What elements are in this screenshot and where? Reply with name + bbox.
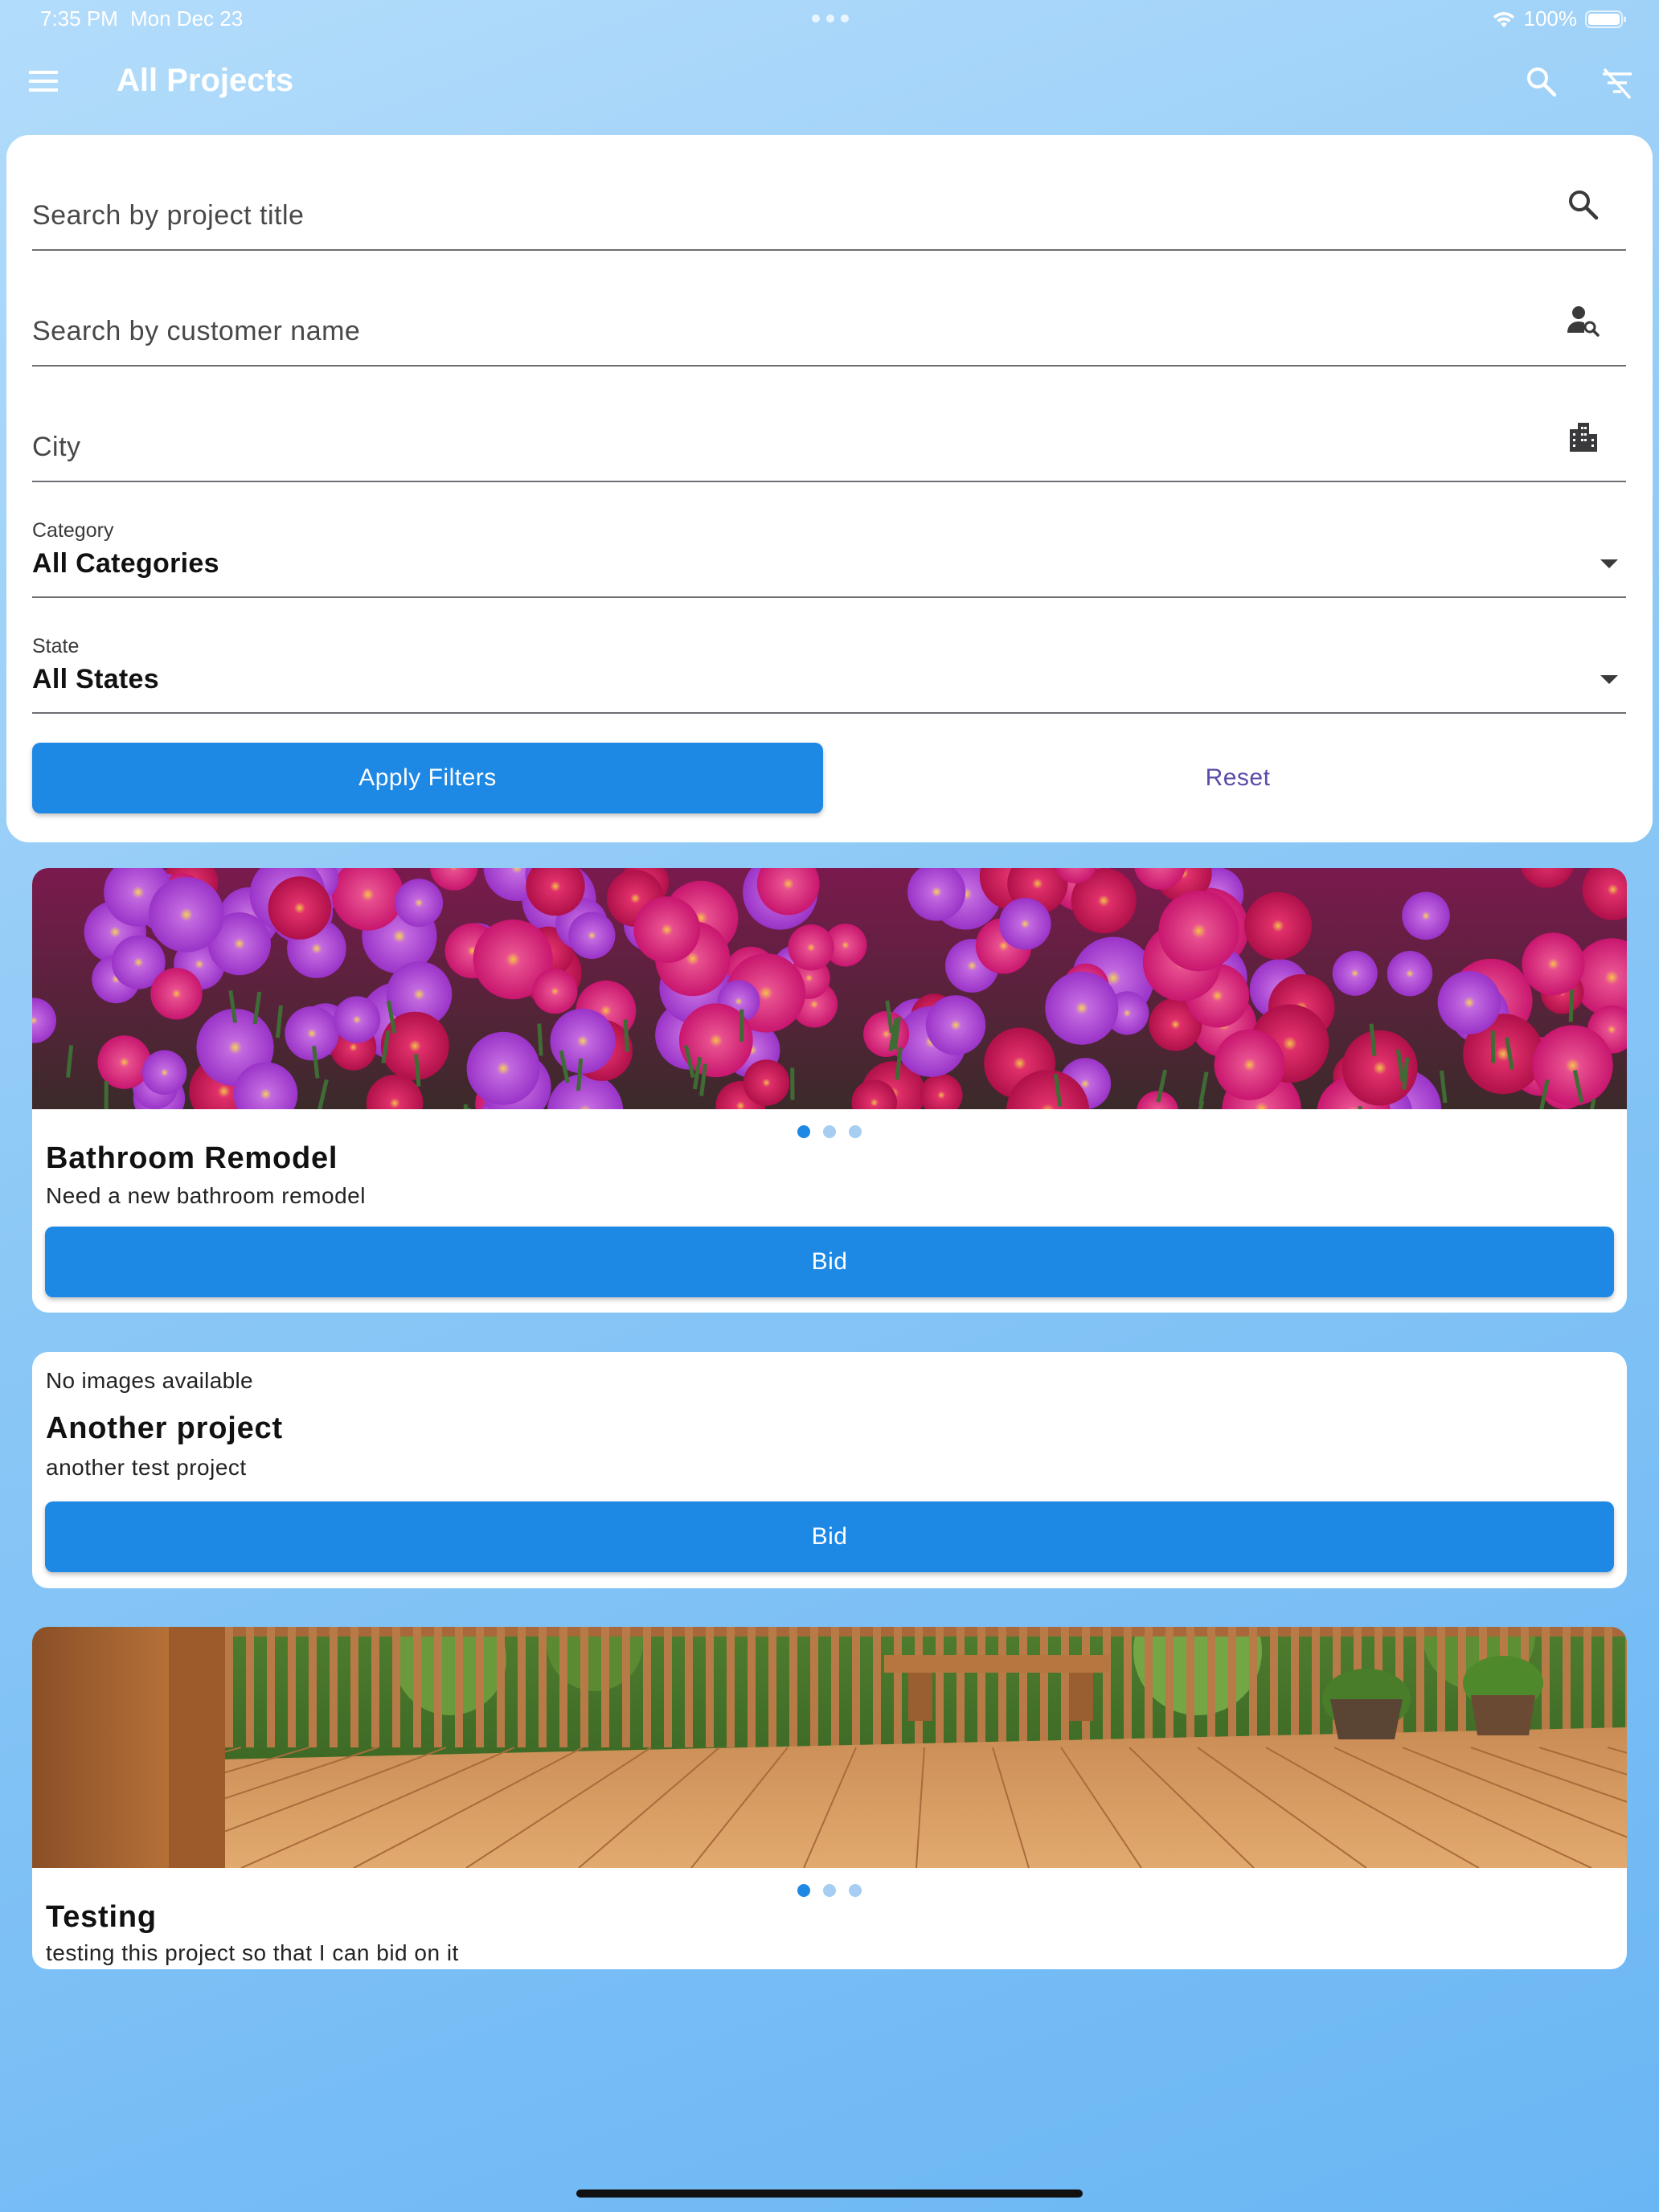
multitasking-dots-icon[interactable] [812,14,849,23]
project-title-input[interactable] [32,200,1519,231]
state-value: All States [32,664,159,694]
status-date: Mon Dec 23 [130,6,244,31]
no-images-note: No images available [46,1368,253,1393]
carousel-dot-active[interactable] [797,1125,810,1138]
carousel-dot[interactable] [823,1884,836,1897]
carousel-dot-active[interactable] [797,1884,810,1897]
bid-button[interactable]: Bid [45,1501,1614,1572]
status-time: 7:35 PM [40,6,118,31]
dropdown-arrow-icon [1600,559,1618,568]
state-dropdown[interactable]: State All States [32,635,1626,714]
project-card: Bathroom Remodel Need a new bathroom rem… [32,868,1627,1313]
home-indicator[interactable] [576,2189,1083,2198]
search-icon [1569,190,1599,220]
project-title: Bathroom Remodel [46,1141,338,1175]
category-value: All Categories [32,548,219,579]
category-label: Category [32,519,114,542]
search-icon[interactable] [1526,66,1558,98]
project-card: No images available Another project anot… [32,1352,1627,1588]
carousel-dot[interactable] [849,1125,862,1138]
carousel-dot[interactable] [823,1125,836,1138]
city-icon [1570,423,1597,452]
project-description: another test project [46,1455,247,1480]
dropdown-arrow-icon [1600,675,1618,684]
battery-percent: 100% [1523,6,1578,31]
project-title-field[interactable] [32,135,1626,251]
city-input[interactable] [32,432,1519,463]
project-card: Testing testing this project so that I c… [32,1627,1627,1969]
page-title: All Projects [117,63,294,98]
bid-button[interactable]: Bid [45,1227,1614,1297]
project-title: Another project [46,1411,283,1445]
customer-name-input[interactable] [32,316,1519,347]
city-field[interactable] [32,365,1626,482]
status-right: 100% [1492,6,1628,31]
status-bar: 7:35 PM Mon Dec 23 100% [0,0,1659,39]
project-description: testing this project so that I can bid o… [46,1940,459,1965]
project-description: Need a new bathroom remodel [46,1183,366,1208]
filter-panel: Category All Categories State All States… [6,135,1653,842]
carousel-dots[interactable] [32,1884,1627,1897]
carousel-dot[interactable] [849,1884,862,1897]
state-label: State [32,635,80,657]
menu-icon[interactable] [29,69,61,93]
battery-icon [1585,10,1626,28]
flowers-photo[interactable] [32,868,1627,1109]
category-dropdown[interactable]: Category All Categories [32,519,1626,598]
reset-button[interactable]: Reset [842,743,1633,813]
apply-filters-button[interactable]: Apply Filters [32,743,823,813]
deck-photo[interactable] [32,1627,1627,1868]
carousel-dots[interactable] [32,1125,1627,1138]
person-search-icon [1567,306,1600,337]
filter-off-icon[interactable] [1600,66,1635,101]
project-title: Testing [46,1900,157,1934]
wifi-icon [1493,11,1514,27]
customer-name-field[interactable] [32,249,1626,367]
